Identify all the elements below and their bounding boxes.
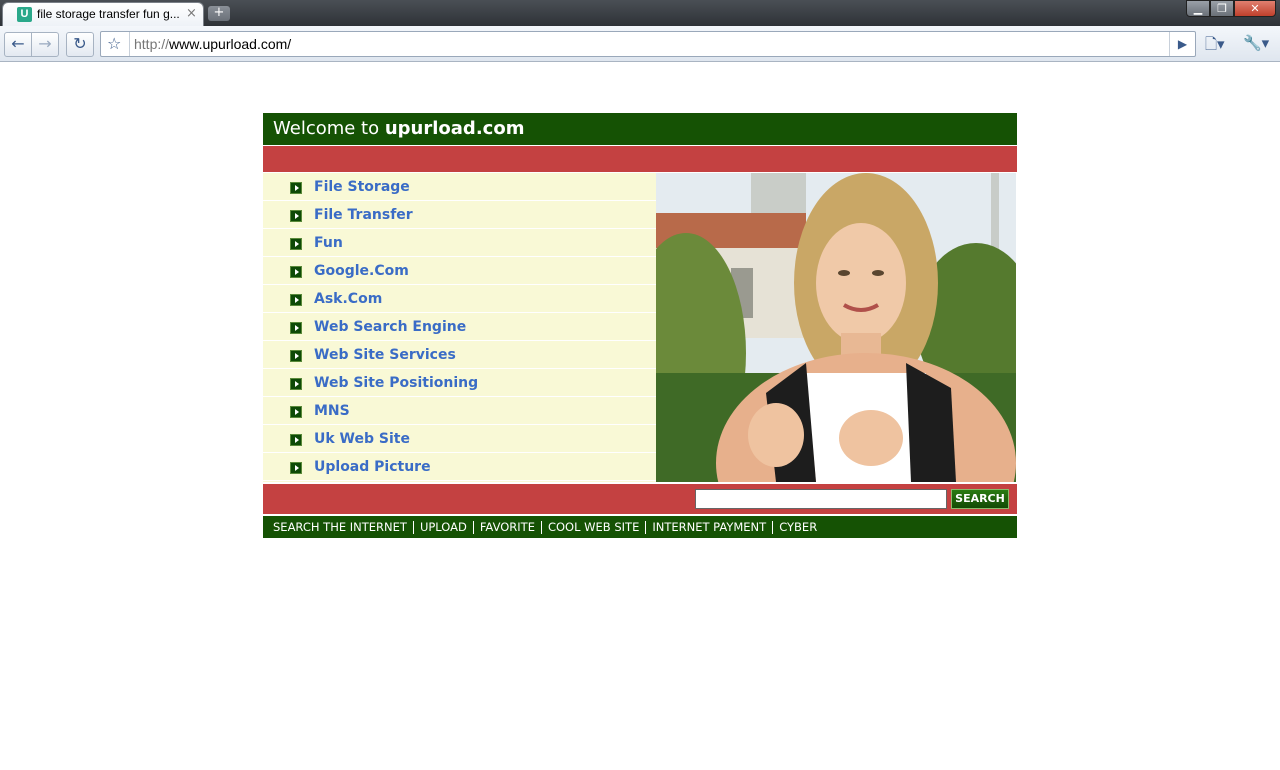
arrow-bullet-icon [290,378,302,390]
browser-tab[interactable]: U file storage transfer fun g... × [2,2,204,26]
site-header: Welcome to upurload.com [263,113,1017,145]
menu-item[interactable]: Web Search Engine [263,313,656,341]
address-bar[interactable]: ☆ http://www.upurload.com/ ▶ [100,31,1196,57]
menu-link[interactable]: Fun [314,235,343,251]
search-bar: SEARCH [263,484,1017,514]
link-menu: File Storage File Transfer Fun Google.Co… [263,173,656,482]
arrow-bullet-icon [290,462,302,474]
window-minimize-button[interactable]: ▁ [1186,0,1210,17]
site-container: Welcome to upurload.com File Storage Fil… [263,113,1017,538]
back-button[interactable]: ← [4,32,32,57]
menu-item[interactable]: Fun [263,229,656,257]
go-icon[interactable]: ▶ [1169,32,1195,56]
menu-item[interactable]: File Storage [263,173,656,201]
arrow-bullet-icon [290,406,302,418]
content-row: File Storage File Transfer Fun Google.Co… [263,173,1017,482]
menu-link[interactable]: Uk Web Site [314,431,410,447]
star-icon[interactable]: ☆ [107,34,121,53]
menu-link[interactable]: Web Site Positioning [314,375,478,391]
url-text[interactable]: http://www.upurload.com/ [134,36,291,52]
footer-separator [772,521,774,534]
window-close-button[interactable]: ✕ [1234,0,1276,17]
menu-link[interactable]: File Storage [314,179,410,195]
new-tab-button[interactable]: + [208,6,230,21]
reload-icon: ↻ [73,34,87,53]
footer-link-favorite[interactable]: FAVORITE [480,520,535,534]
menu-link[interactable]: Upload Picture [314,459,431,475]
forward-button[interactable]: → [31,32,59,57]
menu-item[interactable]: Web Site Positioning [263,369,656,397]
tab-title: file storage transfer fun g... [37,7,180,21]
url-scheme: http:// [134,36,170,52]
search-input[interactable] [695,489,947,509]
footer-link-upload[interactable]: UPLOAD [420,520,467,534]
menu-link[interactable]: Web Site Services [314,347,456,363]
footer-separator [412,521,414,534]
arrow-bullet-icon [290,266,302,278]
footer-link-cool-web-site[interactable]: COOL WEB SITE [548,520,639,534]
menu-link[interactable]: Ask.Com [314,291,382,307]
menu-link[interactable]: Web Search Engine [314,319,466,335]
browser-toolbar: ← → ↻ ☆ http://www.upurload.com/ ▶ 🗋▾ 🔧▾ [0,26,1280,62]
site-favicon-icon: U [17,7,32,22]
wrench-icon[interactable]: 🔧▾ [1243,34,1269,52]
menu-link[interactable]: File Transfer [314,207,413,223]
window-maximize-button[interactable]: ❐ [1210,0,1234,17]
arrow-bullet-icon [290,210,302,222]
hero-photo [656,173,1016,482]
footer-link-internet-payment[interactable]: INTERNET PAYMENT [652,520,766,534]
menu-link[interactable]: MNS [314,403,350,419]
forward-arrow-icon: → [38,34,52,53]
search-button[interactable]: SEARCH [951,489,1009,509]
footer-separator [645,521,647,534]
red-banner [263,146,1017,172]
footer-link-cyber[interactable]: CYBER [779,520,817,534]
footer-separator [540,521,542,534]
address-divider [129,32,130,56]
menu-item[interactable]: Google.Com [263,257,656,285]
page-icon[interactable]: 🗋▾ [1205,34,1225,59]
url-host: www.upurload.com/ [169,36,292,52]
arrow-bullet-icon [290,238,302,250]
footer-separator [472,521,474,534]
welcome-text: Welcome to [273,118,385,139]
menu-item[interactable]: MNS [263,397,656,425]
menu-item[interactable]: Ask.Com [263,285,656,313]
arrow-bullet-icon [290,350,302,362]
student-photo-illustration [656,173,1016,482]
site-brand: upurload.com [384,118,525,139]
reload-button[interactable]: ↻ [66,32,94,57]
back-arrow-icon: ← [11,34,25,53]
menu-item[interactable]: Upload Picture [263,453,656,481]
arrow-bullet-icon [290,294,302,306]
menu-link[interactable]: Google.Com [314,263,409,279]
menu-item[interactable]: File Transfer [263,201,656,229]
arrow-bullet-icon [290,182,302,194]
footer-link-search-internet[interactable]: SEARCH THE INTERNET [273,520,407,534]
arrow-bullet-icon [290,434,302,446]
menu-item[interactable]: Web Site Services [263,341,656,369]
menu-item[interactable]: Uk Web Site [263,425,656,453]
footer-nav: SEARCH THE INTERNET UPLOAD FAVORITE COOL WE… [263,516,1017,538]
tab-close-icon[interactable]: × [186,6,197,21]
browser-titlebar: U file storage transfer fun g... × + ▁ ❐… [0,0,1280,26]
arrow-bullet-icon [290,322,302,334]
